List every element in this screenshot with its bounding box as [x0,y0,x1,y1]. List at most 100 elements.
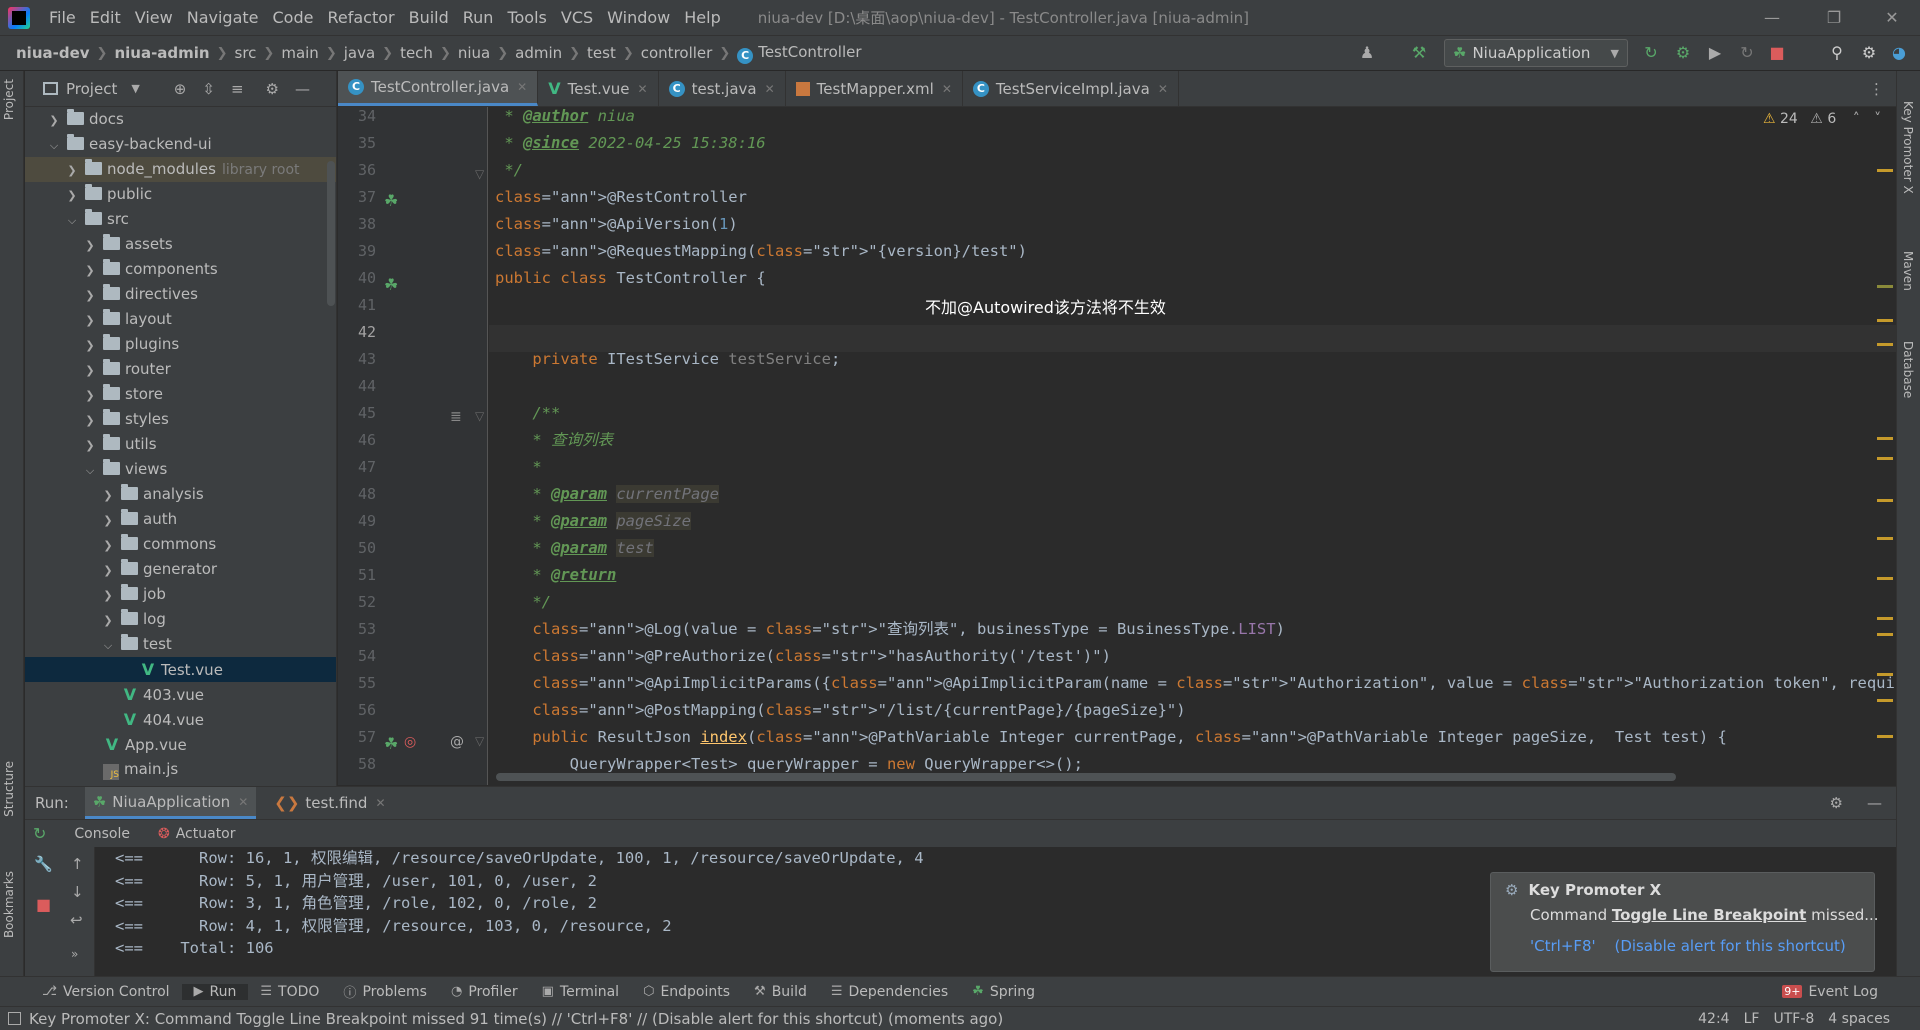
doc-render-icon[interactable]: ≣ [450,409,462,425]
spring-bean-icon[interactable]: ☘ [384,191,398,210]
tab-bookmarks[interactable]: Bookmarks [2,871,16,938]
tree-item[interactable]: ❯ node_modules library root [25,157,336,182]
arrow-up-icon[interactable]: ↑ [71,855,84,873]
breadcrumb-item[interactable]: niua-dev [12,44,94,62]
build-hammer-icon[interactable]: ⚒ [1408,42,1430,64]
tab-run-test-find[interactable]: ❮❯ test.find ✕ [274,794,385,812]
chevron-right-icon[interactable]: ❯ [83,433,97,458]
tree-item[interactable]: ❯ router [25,357,336,382]
menu-help[interactable]: Help [677,0,727,35]
tree-item[interactable]: ❯ utils [25,432,336,457]
debug-icon[interactable]: ⚙ [1672,42,1694,64]
key-promoter-notification[interactable]: ⚙ Key Promoter X Command Toggle Line Bre… [1490,872,1879,972]
tree-item[interactable]: ❯ analysis [25,482,336,507]
collapse-all-icon[interactable]: ≡ [231,80,244,98]
chevron-right-icon[interactable]: ❯ [101,583,115,608]
tool-todo[interactable]: ☰ TODO [248,984,331,1000]
wrench-icon[interactable]: 🔧 [34,855,53,873]
soft-wrap-icon[interactable]: ↩ [70,911,83,929]
close-tab-icon[interactable]: ✕ [1158,82,1168,96]
menu-tools[interactable]: Tools [500,0,553,35]
coverage-icon[interactable]: ▶ [1704,42,1726,64]
error-stripe-mark[interactable] [1877,577,1893,580]
tab-structure[interactable]: Structure [2,761,16,817]
chevron-right-icon[interactable]: ❯ [101,483,115,508]
hide-panel-icon[interactable]: — [295,80,310,98]
breadcrumb-item[interactable]: controller [637,44,717,62]
breadcrumb-item[interactable]: tech [396,44,437,62]
menu-vcs[interactable]: VCS [554,0,600,35]
tab-key-promoter-x[interactable]: Key Promoter X [1901,101,1915,194]
tree-item[interactable]: ❯ generator [25,557,336,582]
tree-item[interactable]: ❯ layout [25,307,336,332]
tree-item[interactable]: ⌵ easy-backend-ui [25,132,336,157]
error-stripe-mark[interactable] [1877,169,1893,172]
close-tab-icon[interactable]: ✕ [238,795,248,809]
caret-position[interactable]: 42:4 [1698,1011,1729,1027]
tree-item[interactable]: ⌵ test [25,632,336,657]
error-stripe-mark[interactable] [1877,673,1893,676]
breadcrumb-item[interactable]: main [277,44,322,62]
horizontal-scrollbar[interactable] [496,773,1676,781]
tree-item[interactable]: ⌵ views [25,457,336,482]
shortcut-link[interactable]: 'Ctrl+F8' [1530,937,1596,955]
search-icon[interactable]: ⚲ [1826,42,1848,64]
fold-icon[interactable]: ▽ [475,167,484,181]
tree-item[interactable]: ⌵ src [25,207,336,232]
editor-tab[interactable]: TestServiceImpl.java ✕ [963,71,1179,106]
breadcrumb-item[interactable]: admin [511,44,566,62]
restore-icon[interactable]: ❐ [1810,0,1858,35]
menu-view[interactable]: View [128,0,180,35]
editor-tab[interactable]: TestController.java ✕ [338,71,539,106]
project-panel-title[interactable]: Project [66,80,117,98]
breadcrumb-item[interactable]: niua-admin [110,44,213,62]
tree-item[interactable]: ❯ commons [25,532,336,557]
spring-bean-icon[interactable]: ☘ [384,275,398,294]
hide-panel-icon[interactable]: — [1867,794,1882,812]
locate-target-icon[interactable]: ⊕ [174,80,187,98]
tree-item[interactable]: ❯ store [25,382,336,407]
chevron-right-icon[interactable]: ❯ [101,533,115,558]
tree-item[interactable]: V App.vue [25,732,336,757]
error-stripe-mark[interactable] [1877,457,1893,460]
spring-bean-icon[interactable]: ☘ [384,734,398,753]
tab-run-niuaapplication[interactable]: ☘ NiuaApplication ✕ [84,787,257,819]
breakpoint-icon[interactable]: ◎ [404,734,416,750]
rerun-icon[interactable]: ↻ [1640,42,1662,64]
code-editor[interactable]: * @author niua * @since 2022-04-25 15:38… [489,107,1896,785]
tool-profiler[interactable]: ◔ Profiler [439,984,530,1000]
error-stripe-mark[interactable] [1877,499,1893,502]
user-icon[interactable]: ♟ [1356,42,1378,64]
close-tab-icon[interactable]: ✕ [942,82,952,96]
chevron-right-icon[interactable]: ❯ [101,508,115,533]
tab-console[interactable]: Console [74,826,130,842]
tree-item[interactable]: ❯ public [25,182,336,207]
tab-maven[interactable]: Maven [1901,251,1915,291]
chevron-down-icon[interactable]: ⌵ [1851,909,1860,924]
indent-setting[interactable]: 4 spaces [1828,1011,1890,1027]
menu-code[interactable]: Code [266,0,321,35]
breadcrumb-item[interactable]: java [340,44,379,62]
arrow-down-icon[interactable]: ↓ [71,883,84,901]
tree-item[interactable]: JS main.js [25,757,336,782]
chevron-right-icon[interactable]: ❯ [83,333,97,358]
tool-build[interactable]: ⚒ Build [742,984,819,1000]
chevron-right-icon[interactable]: ❯ [65,158,79,183]
chevron-down-icon[interactable]: ⌵ [65,208,79,233]
tool-spring[interactable]: ☘ Spring [960,984,1047,1000]
editor-tab[interactable]: TestMapper.xml ✕ [786,71,963,106]
tool-terminal[interactable]: ▣ Terminal [530,984,631,1000]
chevron-right-icon[interactable]: ❯ [83,233,97,258]
close-tab-icon[interactable]: ✕ [375,796,385,810]
error-stripe-mark[interactable] [1877,319,1893,322]
tree-item[interactable]: ❯ styles [25,407,336,432]
menu-window[interactable]: Window [600,0,677,35]
error-stripe-mark[interactable] [1877,437,1893,440]
fold-icon[interactable]: ▽ [475,734,484,748]
chevron-down-icon[interactable]: ⌵ [101,633,115,658]
tree-item[interactable]: V 403.vue [25,682,336,707]
chevron-right-icon[interactable]: ❯ [83,258,97,283]
menu-navigate[interactable]: Navigate [180,0,266,35]
inspection-widget[interactable]: ⚠ 24 ⚠ 6 ˄ ˅ [1763,111,1881,127]
chevron-right-icon[interactable]: ❯ [65,183,79,208]
